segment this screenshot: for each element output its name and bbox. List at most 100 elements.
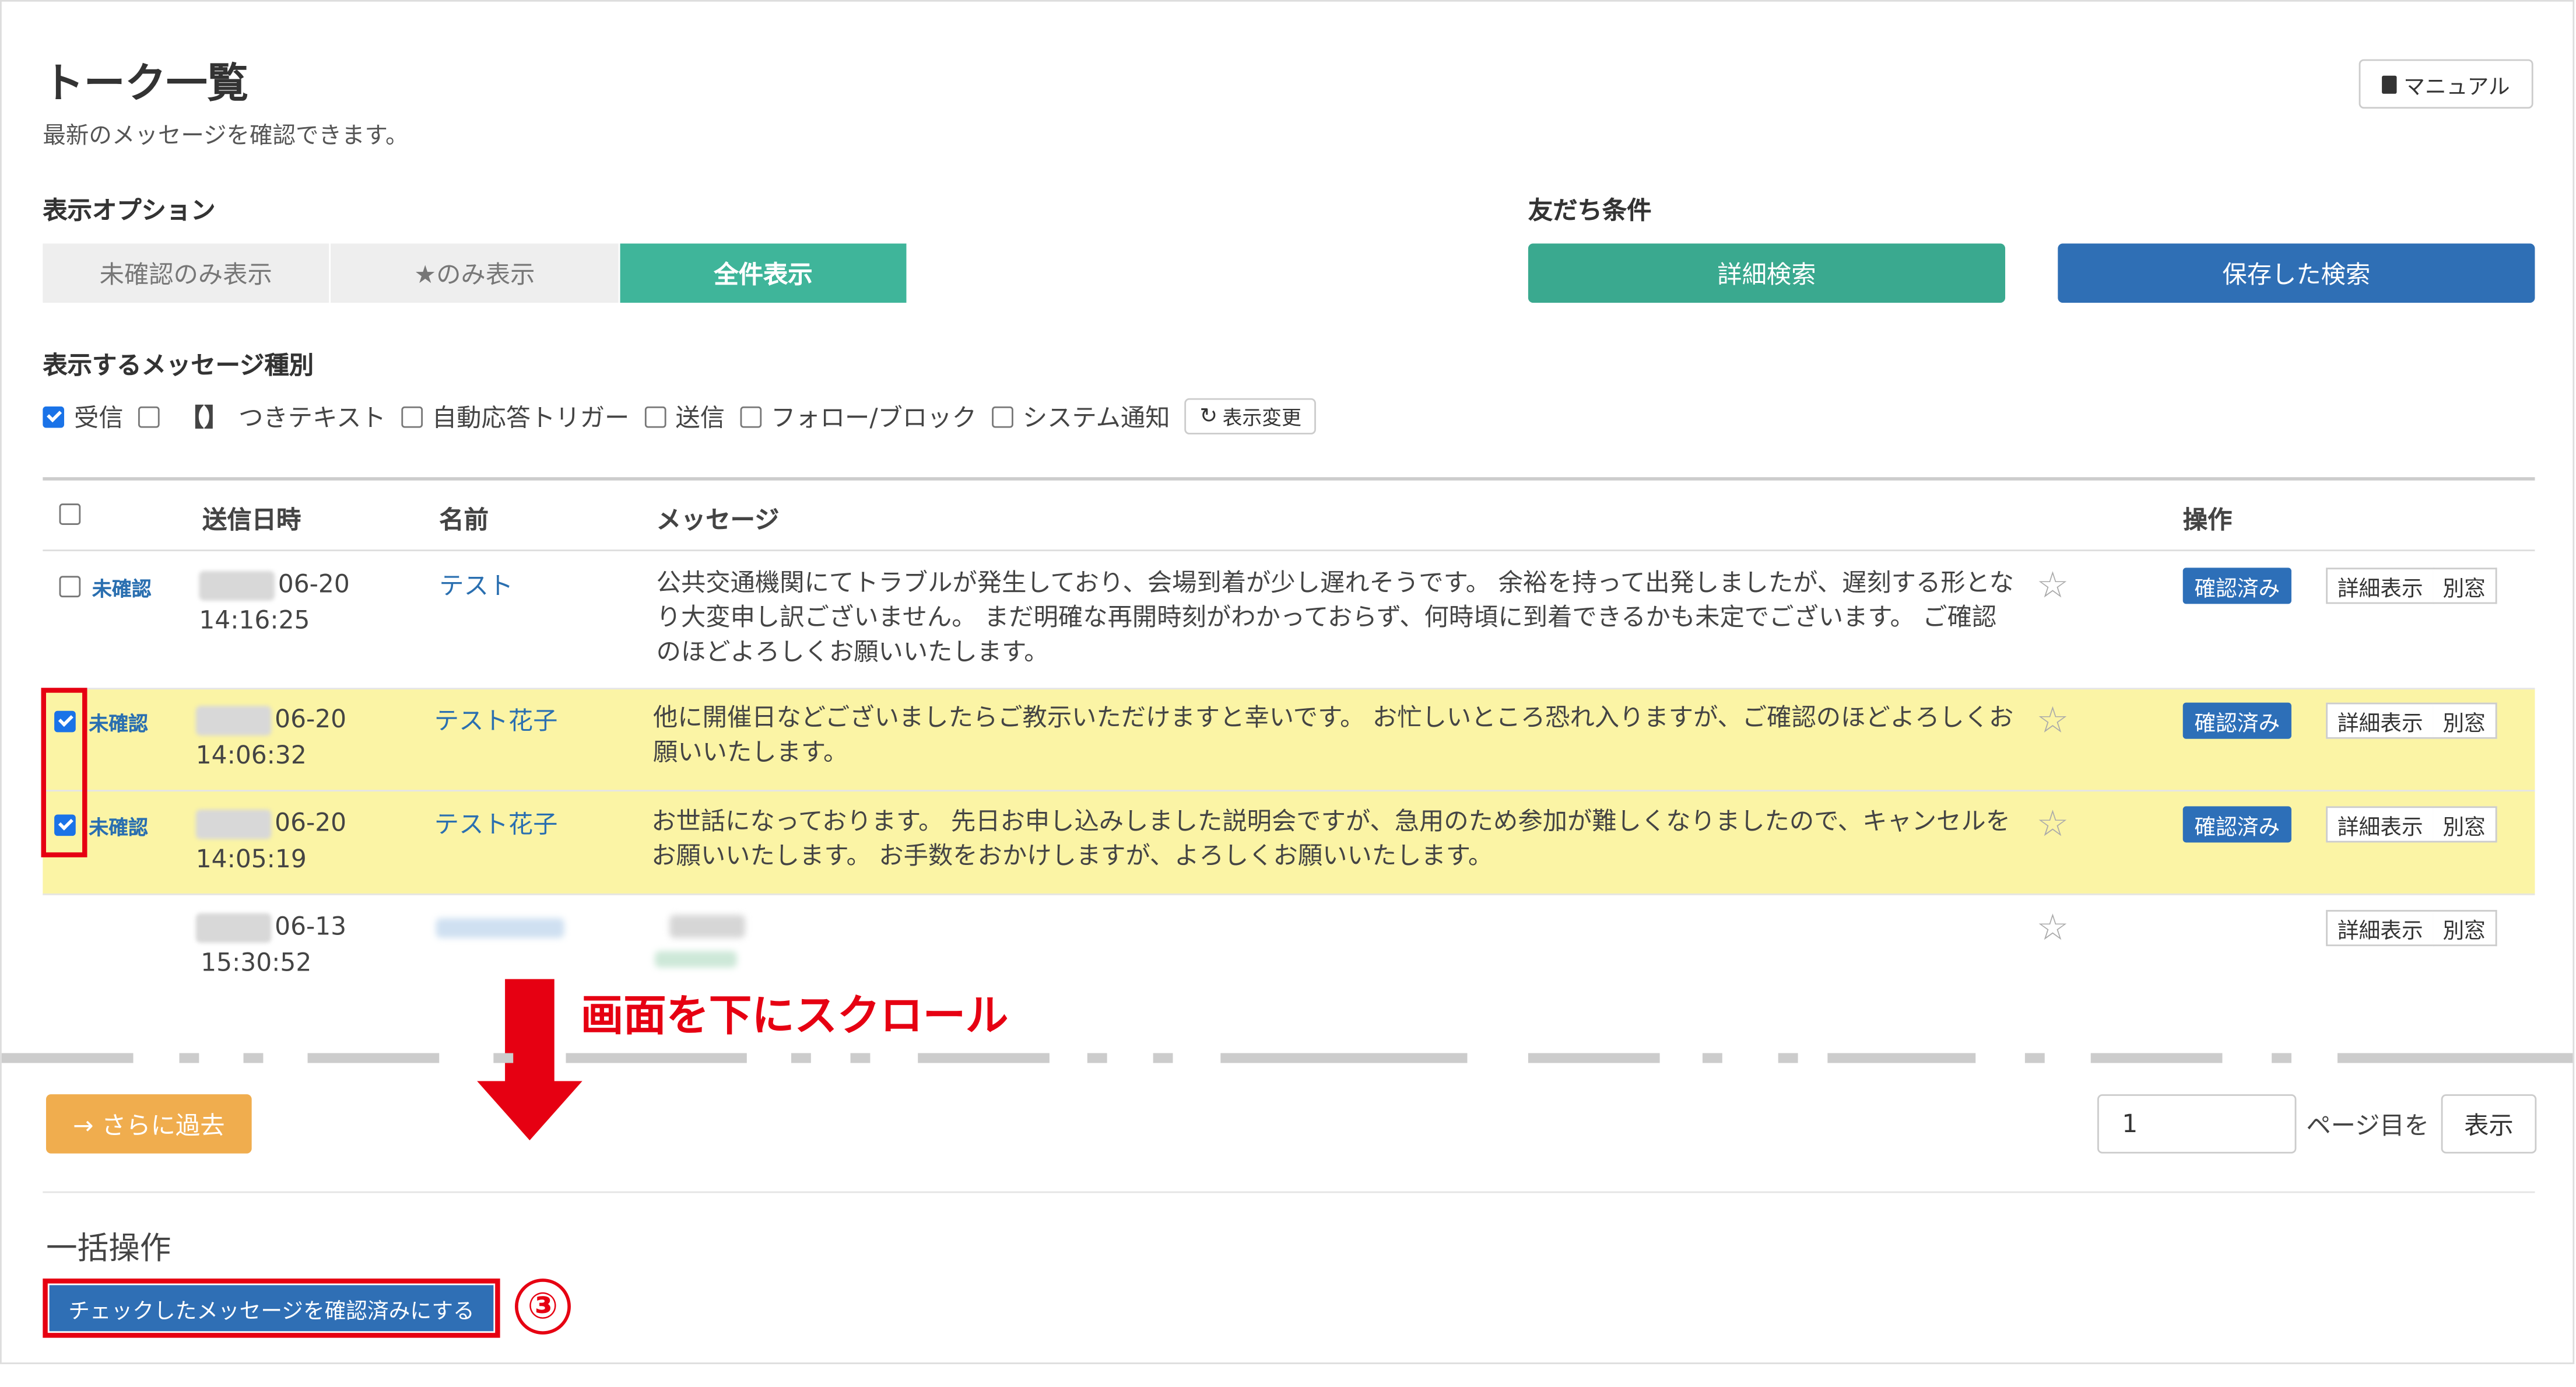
- refresh-icon: ↻: [1199, 404, 1218, 429]
- sender-name-link[interactable]: テスト花子: [434, 806, 558, 840]
- manual-button[interactable]: マニュアル: [2359, 59, 2533, 109]
- sent-date: 06-20: [275, 704, 347, 734]
- redacted-year: [199, 570, 275, 600]
- new-window-button[interactable]: 別窓: [2433, 806, 2497, 843]
- sent-time: 15:30:52: [201, 948, 312, 978]
- col-actions: 操作: [2182, 505, 2233, 535]
- col-name: 名前: [439, 505, 489, 535]
- confirm-button[interactable]: 確認済み: [2182, 806, 2291, 843]
- star-icon[interactable]: ☆: [2037, 908, 2069, 950]
- sent-datetime: 06-20 14:16:25: [199, 566, 350, 638]
- sent-date: 06-20: [278, 569, 350, 599]
- unconfirmed-badge: 未確認: [92, 577, 152, 601]
- sender-name-link[interactable]: テスト: [439, 568, 513, 602]
- page-root: トーク一覧 最新のメッセージを確認できます。 マニュアル 表示オプション 未確認…: [0, 0, 2576, 1387]
- page-title: トーク一覧: [43, 59, 249, 107]
- show-all-toggle[interactable]: 全件表示: [620, 243, 907, 303]
- row-checkbox[interactable]: [59, 576, 81, 598]
- page-suffix-label: ページ目を: [2306, 1111, 2430, 1141]
- filter-follow-block-label: フォロー/ブロック: [771, 402, 977, 432]
- filter-bracket-text[interactable]: 【】 つきテキスト: [138, 399, 386, 433]
- detail-view-button[interactable]: 詳細表示: [2326, 910, 2435, 947]
- sent-datetime: 06-20 14:05:19: [195, 805, 347, 877]
- message-text: 公共交通機関にてトラブルが発生しており、会場到着が少し遅れそうです。 余裕を持っ…: [656, 568, 2014, 667]
- refresh-display-button[interactable]: ↻ 表示変更: [1184, 398, 1317, 435]
- manual-button-label: マニュアル: [2403, 75, 2510, 100]
- sent-date: 06-13: [275, 911, 347, 941]
- starred-only-toggle[interactable]: ★のみ表示: [331, 243, 619, 303]
- filter-sent[interactable]: 送信: [644, 399, 725, 433]
- unconfirmed-badge: 未確認: [89, 816, 148, 839]
- filter-sent-label: 送信: [675, 402, 725, 432]
- filter-received-checkbox[interactable]: [43, 405, 65, 428]
- friend-conditions-label: 友だち条件: [1528, 195, 1652, 226]
- down-arrow-head-icon: [477, 1081, 582, 1141]
- table-row: 未確認 06-20 14:16:25 テスト 公共交通機関にてトラブルが発生して…: [43, 551, 2535, 690]
- down-arrow-icon: [505, 979, 554, 1085]
- filter-follow-block[interactable]: フォロー/ブロック: [739, 399, 977, 433]
- filter-system-label: システム通知: [1022, 402, 1170, 432]
- filter-auto-reply-checkbox[interactable]: [401, 405, 422, 428]
- confirm-button[interactable]: 確認済み: [2182, 702, 2291, 739]
- page-subtitle: 最新のメッセージを確認できます。: [43, 123, 409, 150]
- sent-datetime: 06-13 15:30:52: [195, 908, 347, 980]
- filter-received-label: 受信: [73, 402, 124, 432]
- table-row: 06-13 15:30:52 ☆ 詳細表示 別窓: [43, 895, 2535, 1001]
- sent-time: 14:16:25: [199, 605, 310, 635]
- bulk-operation-title: 一括操作: [45, 1231, 171, 1267]
- sender-name-link[interactable]: テスト花子: [434, 703, 558, 737]
- sent-time: 14:05:19: [195, 844, 307, 874]
- page-break-divider: [1, 1050, 2573, 1066]
- redacted-year: [195, 705, 272, 735]
- detail-view-button[interactable]: 詳細表示: [2326, 568, 2435, 604]
- confirm-button[interactable]: 確認済み: [2182, 568, 2291, 604]
- col-sent-at: 送信日時: [202, 505, 301, 535]
- bracket-glyph: 【】: [179, 402, 229, 432]
- sent-datetime: 06-20 14:06:32: [195, 701, 347, 773]
- show-page-button[interactable]: 表示: [2441, 1094, 2537, 1154]
- detail-search-button[interactable]: 詳細検索: [1528, 243, 2006, 303]
- saved-search-button[interactable]: 保存した検索: [2058, 243, 2535, 303]
- new-window-button[interactable]: 別窓: [2433, 910, 2497, 947]
- star-icon[interactable]: ☆: [2037, 805, 2069, 846]
- filter-auto-reply-label: 自動応答トリガー: [431, 402, 630, 432]
- content-panel: トーク一覧 最新のメッセージを確認できます。 マニュアル 表示オプション 未確認…: [0, 0, 2575, 1364]
- annotation-checkbox-highlight: [41, 688, 87, 857]
- unconfirmed-badge: 未確認: [89, 712, 148, 736]
- table-row: 未確認 06-20 14:06:32 テスト花子 他に開催日などございましたらご…: [43, 689, 2535, 791]
- detail-view-button[interactable]: 詳細表示: [2326, 806, 2435, 843]
- display-options-label: 表示オプション: [43, 195, 216, 226]
- filter-system-checkbox[interactable]: [991, 405, 1013, 428]
- filter-received[interactable]: 受信: [43, 399, 124, 433]
- sent-time: 14:06:32: [195, 740, 307, 770]
- col-message: メッセージ: [656, 505, 780, 535]
- filter-bracket-text-label: つきテキスト: [238, 402, 386, 432]
- star-icon[interactable]: ☆: [2037, 566, 2069, 607]
- divider: [43, 1191, 2535, 1193]
- filter-bracket-text-checkbox[interactable]: [138, 405, 160, 428]
- redacted-attachment: [654, 951, 737, 968]
- page-number-input[interactable]: [2097, 1094, 2297, 1154]
- refresh-display-label: 表示変更: [1222, 405, 1302, 429]
- filter-system[interactable]: システム通知: [991, 399, 1170, 433]
- new-window-button[interactable]: 別窓: [2433, 702, 2497, 739]
- filter-sent-checkbox[interactable]: [644, 405, 666, 428]
- redacted-message: [669, 915, 746, 938]
- scroll-annotation: 画面を下にスクロール: [580, 992, 1009, 1042]
- book-icon: [2382, 75, 2398, 93]
- mark-checked-confirmed-button[interactable]: チェックしたメッセージを確認済みにする: [49, 1285, 494, 1332]
- message-type-filters: 受信 【】 つきテキスト 自動応答トリガー 送信 フォロー/ブロック システム通…: [43, 398, 1317, 435]
- unconfirmed-only-toggle[interactable]: 未確認のみ表示: [43, 243, 329, 303]
- filter-auto-reply[interactable]: 自動応答トリガー: [401, 399, 629, 433]
- redacted-year: [195, 808, 272, 839]
- older-messages-button[interactable]: → さらに過去: [45, 1094, 252, 1154]
- sent-date: 06-20: [275, 808, 347, 838]
- filter-follow-block-checkbox[interactable]: [739, 405, 761, 428]
- redacted-year: [195, 912, 272, 943]
- star-icon[interactable]: ☆: [2037, 701, 2069, 742]
- select-all-checkbox[interactable]: [59, 503, 81, 525]
- detail-view-button[interactable]: 詳細表示: [2326, 702, 2435, 739]
- message-text: 他に開催日などございましたらご教示いただけますと幸いです。 お忙しいところ恐れ入…: [653, 702, 2014, 767]
- message-types-label: 表示するメッセージ種別: [43, 350, 314, 380]
- new-window-button[interactable]: 別窓: [2433, 568, 2497, 604]
